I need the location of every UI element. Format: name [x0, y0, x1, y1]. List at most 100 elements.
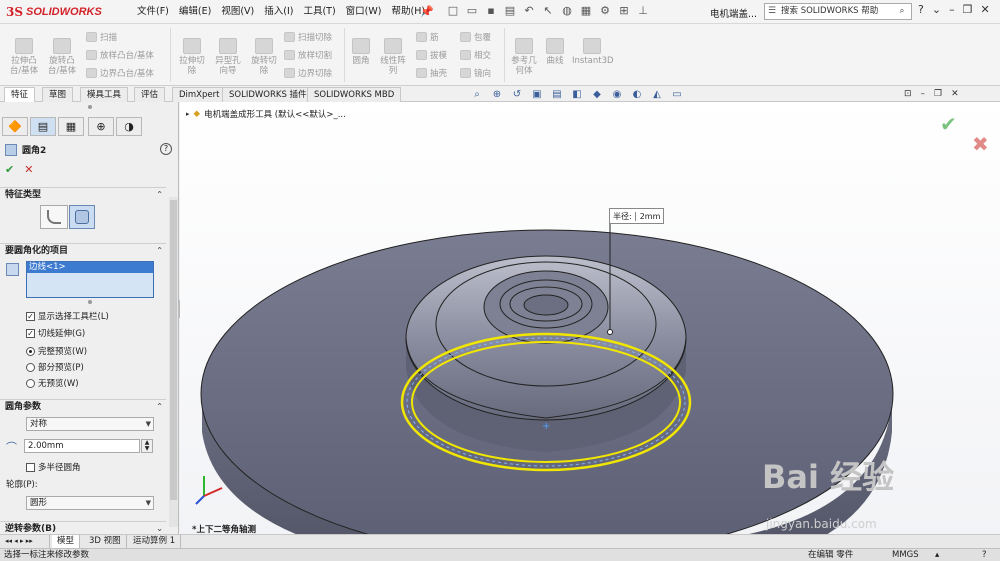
radius-dimension-callout[interactable]: 半径: 2mm [609, 208, 665, 224]
dimension-value[interactable]: 2mm [634, 211, 660, 221]
extrude-cut-button[interactable]: 拉伸切 除 [175, 38, 209, 76]
fillet-method-select[interactable]: 对称 ▼ [26, 417, 154, 431]
pm-help-icon[interactable]: ? [160, 143, 172, 155]
linear-pattern-button[interactable]: 线性阵 列 [376, 38, 410, 76]
confirm-corner-cancel-icon[interactable]: ✖ [972, 132, 989, 156]
minimize-button[interactable]: – [949, 3, 955, 16]
menu-edit[interactable]: 编辑(E) [174, 5, 216, 19]
doc-close-button[interactable]: ✕ [951, 89, 959, 99]
tab-features[interactable]: 特征 [4, 87, 36, 102]
display-manager-tab-icon[interactable]: ◑ [116, 117, 142, 136]
view-orientation-icon[interactable]: ◧ [570, 88, 584, 101]
help-dropdown-icon[interactable]: ⌄ [932, 3, 941, 16]
panel-handle[interactable] [88, 105, 92, 109]
property-manager-tab-icon[interactable]: ▤ [30, 117, 56, 136]
draft-button[interactable]: 拔模 [416, 48, 447, 61]
search-icon[interactable]: ⌕ [894, 4, 910, 19]
customize-icon[interactable]: ⊞ [617, 3, 631, 19]
partial-preview-radio[interactable]: 部分预览(P) [26, 361, 84, 373]
list-item[interactable]: 边线<1> [27, 262, 153, 273]
cancel-x-icon[interactable]: ✕ [24, 163, 33, 176]
revolve-cut-button[interactable]: 旋转切 除 [247, 38, 281, 76]
tab-mold-tools[interactable]: 模具工具 [80, 87, 129, 102]
tab-solidworks-mbd[interactable]: SOLIDWORKS MBD [307, 87, 402, 102]
mirror-button[interactable]: 镜向 [460, 66, 491, 79]
open-file-icon[interactable]: ▭ [465, 3, 479, 19]
doc-restore-button[interactable]: ❐ [934, 89, 942, 99]
group-items-to-fillet[interactable]: 要圆角化的项目 ⌃ [0, 243, 166, 257]
units-chevron-up-icon[interactable]: ▴ [935, 549, 939, 561]
solidworks-logo[interactable]: 3S SOLIDWORKS [6, 4, 102, 20]
help-search-input[interactable]: ☰ 搜索 SOLIDWORKS 帮助 ⌕ [764, 3, 912, 20]
previous-view-icon[interactable]: ↺ [510, 88, 524, 101]
extrude-boss-button[interactable]: 拉伸凸 台/基体 [6, 38, 42, 76]
confirm-corner-ok-icon[interactable]: ✔ [940, 112, 957, 136]
wrap-button[interactable]: 包覆 [460, 30, 491, 43]
restore-button[interactable]: ❐ [963, 3, 973, 16]
file-properties-icon[interactable]: ▦ [579, 3, 593, 19]
rebuild-icon[interactable]: ◍ [560, 3, 574, 19]
manual-fillet-type-button[interactable] [40, 205, 68, 229]
dynamic-annotation-icon[interactable]: ▤ [550, 88, 564, 101]
sweep-button[interactable]: 扫描 [86, 30, 117, 43]
menu-tools[interactable]: 工具(T) [298, 5, 340, 19]
reference-geometry-button[interactable]: 参考几 何体 [508, 38, 540, 76]
loft-cut-button[interactable]: 放样切割 [284, 48, 332, 61]
tab-scroll-arrows[interactable]: ◂◂ ◂ ▸ ▸▸ [0, 535, 50, 548]
menu-window[interactable]: 窗口(W) [341, 5, 387, 19]
radius-spinner[interactable]: ▲ ▼ [141, 439, 153, 453]
display-style-icon[interactable]: ◆ [590, 88, 604, 101]
status-units[interactable]: MMGS [892, 549, 919, 561]
save-icon[interactable]: ▪ [484, 3, 498, 19]
new-file-icon[interactable]: □ [446, 3, 460, 19]
configuration-manager-tab-icon[interactable]: ▦ [58, 117, 84, 136]
loft-button[interactable]: 放样凸台/基体 [86, 48, 154, 61]
dimxpert-manager-tab-icon[interactable]: ⊕ [88, 117, 114, 136]
collapse-icon[interactable]: ⌃ [156, 188, 163, 202]
curves-button[interactable]: 曲线 [542, 38, 568, 66]
view-settings-icon[interactable]: ▭ [670, 88, 684, 101]
hole-wizard-button[interactable]: 异型孔 向导 [211, 38, 245, 76]
profile-select[interactable]: 圆形 ▼ [26, 496, 154, 510]
help-question-icon[interactable]: ? [918, 3, 924, 16]
radius-input[interactable]: 2.00mm [24, 439, 140, 453]
group-feature-type[interactable]: 特征类型 ⌃ [0, 187, 166, 201]
pin-icon[interactable]: 📌 [420, 5, 434, 18]
rib-button[interactable]: 筋 [416, 30, 439, 43]
zoom-area-icon[interactable]: ⊕ [490, 88, 504, 101]
section-view-icon[interactable]: ▣ [530, 88, 544, 101]
intersect-button[interactable]: 相交 [460, 48, 491, 61]
instant3d-button[interactable]: Instant3D [572, 38, 614, 66]
ok-check-icon[interactable]: ✔ [5, 163, 14, 176]
shell-button[interactable]: 抽壳 [416, 66, 447, 79]
zoom-to-fit-icon[interactable]: ⌕ [470, 88, 484, 101]
tab-motion-study[interactable]: 运动算例 1 [128, 535, 182, 548]
collapse-icon[interactable]: ⌃ [156, 400, 163, 414]
full-preview-radio[interactable]: 完整预览(W) [26, 345, 87, 357]
edit-appearance-icon[interactable]: ◐ [630, 88, 644, 101]
select-icon[interactable]: ↖ [541, 3, 555, 19]
fillet-button[interactable]: 圆角 [348, 38, 374, 66]
tangent-propagation-checkbox[interactable]: ✓ 切线延伸(G) [26, 327, 85, 339]
status-help-icon[interactable]: ? [982, 549, 987, 561]
show-selection-toolbar-checkbox[interactable]: ✓ 显示选择工具栏(L) [26, 310, 109, 322]
apply-scene-icon[interactable]: ◭ [650, 88, 664, 101]
multi-radius-checkbox[interactable]: 多半径圆角 [26, 461, 81, 473]
group-fillet-parameters[interactable]: 圆角参数 ⌃ [0, 399, 166, 413]
coordinate-icon[interactable]: ⊥ [636, 3, 650, 19]
collapse-icon[interactable]: ⌃ [156, 244, 163, 258]
feature-tree-flyout[interactable]: ▸ ◆ 电机端盖成形工具 (默认<<默认>_... [186, 108, 346, 120]
tab-sketch[interactable]: 草图 [42, 87, 74, 102]
doc-tile-icon[interactable]: ⊡ [904, 89, 912, 99]
tab-3d-views[interactable]: 3D 视图 [84, 535, 127, 548]
hide-show-icon[interactable]: ◉ [610, 88, 624, 101]
boundary-boss-button[interactable]: 边界凸台/基体 [86, 66, 154, 79]
undo-icon[interactable]: ↶ [522, 3, 536, 19]
doc-minimize-button[interactable]: – [921, 89, 926, 99]
menu-file[interactable]: 文件(F) [132, 5, 174, 19]
menu-insert[interactable]: 插入(I) [259, 5, 298, 19]
tab-evaluate[interactable]: 评估 [134, 87, 166, 102]
selected-items-list[interactable]: 边线<1> [26, 261, 154, 298]
tab-solidworks-addins[interactable]: SOLIDWORKS 插件 [222, 87, 314, 102]
tab-dimxpert[interactable]: DimXpert [172, 87, 227, 102]
